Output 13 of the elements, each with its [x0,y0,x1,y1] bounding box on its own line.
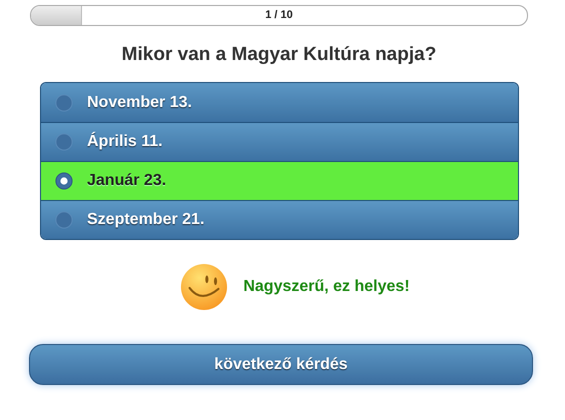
progress-label: 1 / 10 [265,9,293,21]
radio-icon [55,211,73,229]
radio-icon [55,133,73,151]
feedback-message: Nagyszerű, ez helyes! [243,278,410,296]
smiley-icon [180,263,228,311]
radio-checked-icon [55,172,73,190]
answer-option[interactable]: Január 23. [41,161,518,200]
next-question-button[interactable]: következő kérdés [29,344,533,385]
answer-option[interactable]: Április 11. [41,122,518,161]
answer-option[interactable]: Szeptember 21. [41,200,518,239]
radio-icon [55,94,73,112]
question-text: Mikor van a Magyar Kultúra napja? [120,44,438,66]
answer-option[interactable]: November 13. [41,83,518,122]
